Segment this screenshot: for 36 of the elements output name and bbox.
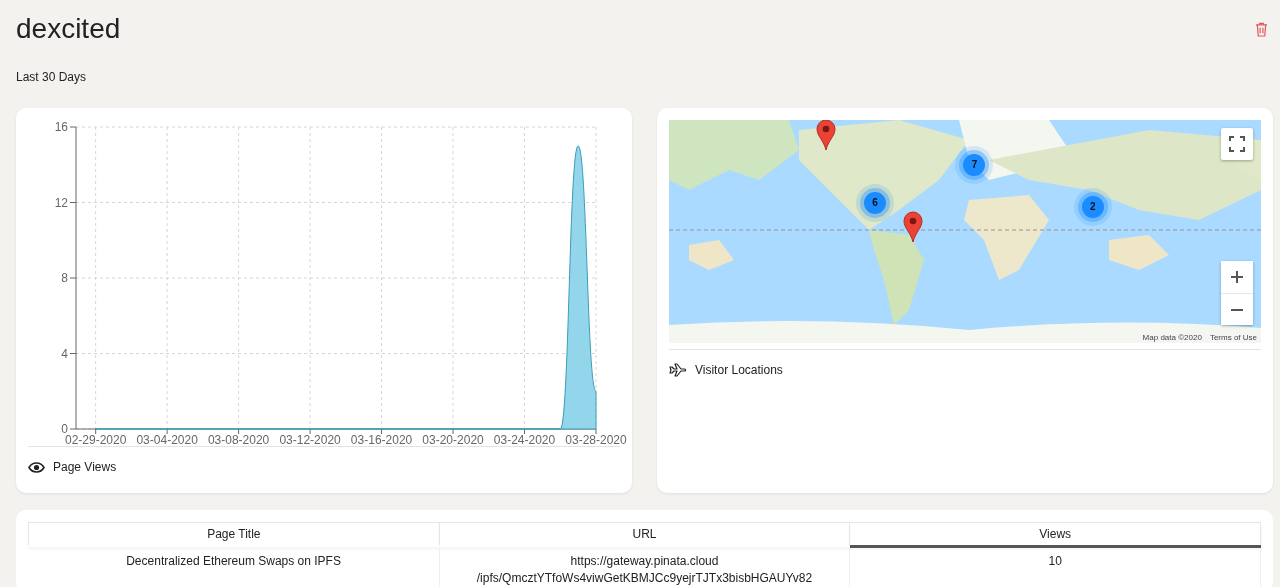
map-label: Visitor Locations bbox=[695, 363, 783, 377]
x-tick-label: 03-24-2020 bbox=[493, 433, 556, 446]
period-label: Last 30 Days bbox=[15, 69, 88, 86]
trash-icon[interactable] bbox=[1255, 22, 1268, 37]
minus-icon bbox=[1231, 308, 1243, 311]
x-tick-label: 03-16-2020 bbox=[350, 433, 413, 446]
y-tick-label: 16 bbox=[54, 120, 68, 134]
terms-link[interactable]: Terms of Use bbox=[1209, 333, 1257, 342]
map-attribution: Map data ©2020 bbox=[1142, 333, 1202, 342]
map-pin-icon[interactable] bbox=[903, 210, 924, 243]
y-tick-label: 12 bbox=[54, 195, 68, 210]
x-tick-label: 03-08-2020 bbox=[207, 433, 270, 446]
x-tick-label: 03-20-2020 bbox=[422, 433, 484, 446]
x-tick-label: 03-28-2020 bbox=[565, 433, 627, 446]
y-tick-label: 8 bbox=[61, 271, 68, 285]
x-tick-label: 03-12-2020 bbox=[279, 433, 341, 446]
y-tick-label: 4 bbox=[61, 346, 68, 361]
column-header[interactable]: Page Title bbox=[28, 522, 440, 547]
zoom-in-button[interactable] bbox=[1221, 261, 1253, 293]
column-header[interactable]: URL bbox=[439, 522, 850, 547]
x-tick-label: 02-29-2020 bbox=[64, 433, 127, 446]
fullscreen-button[interactable] bbox=[1221, 128, 1253, 160]
site-title: dexcited bbox=[16, 13, 121, 45]
y-tick-label: 0 bbox=[61, 422, 68, 436]
x-tick-label: 03-04-2020 bbox=[136, 433, 198, 446]
eye-icon bbox=[28, 461, 45, 473]
chart-label: Page Views bbox=[53, 460, 117, 474]
table-cell: Decentralized Ethereum Swaps on IPFS bbox=[28, 546, 440, 587]
column-header[interactable]: Views bbox=[849, 522, 1261, 547]
plus-icon bbox=[1230, 270, 1244, 284]
table-cell: https://gateway.pinata.cloud /ipfs/QmcztYTfoWs4viwGetKBMJCc9yejrTJTx3bisbHGAUYv82 bbox=[439, 546, 850, 587]
map-pin-icon[interactable] bbox=[816, 120, 837, 152]
fullscreen-icon bbox=[1229, 136, 1245, 152]
airplane-icon bbox=[669, 363, 687, 377]
zoom-out-button[interactable] bbox=[1221, 293, 1253, 325]
table-cell: 10 bbox=[849, 546, 1261, 587]
